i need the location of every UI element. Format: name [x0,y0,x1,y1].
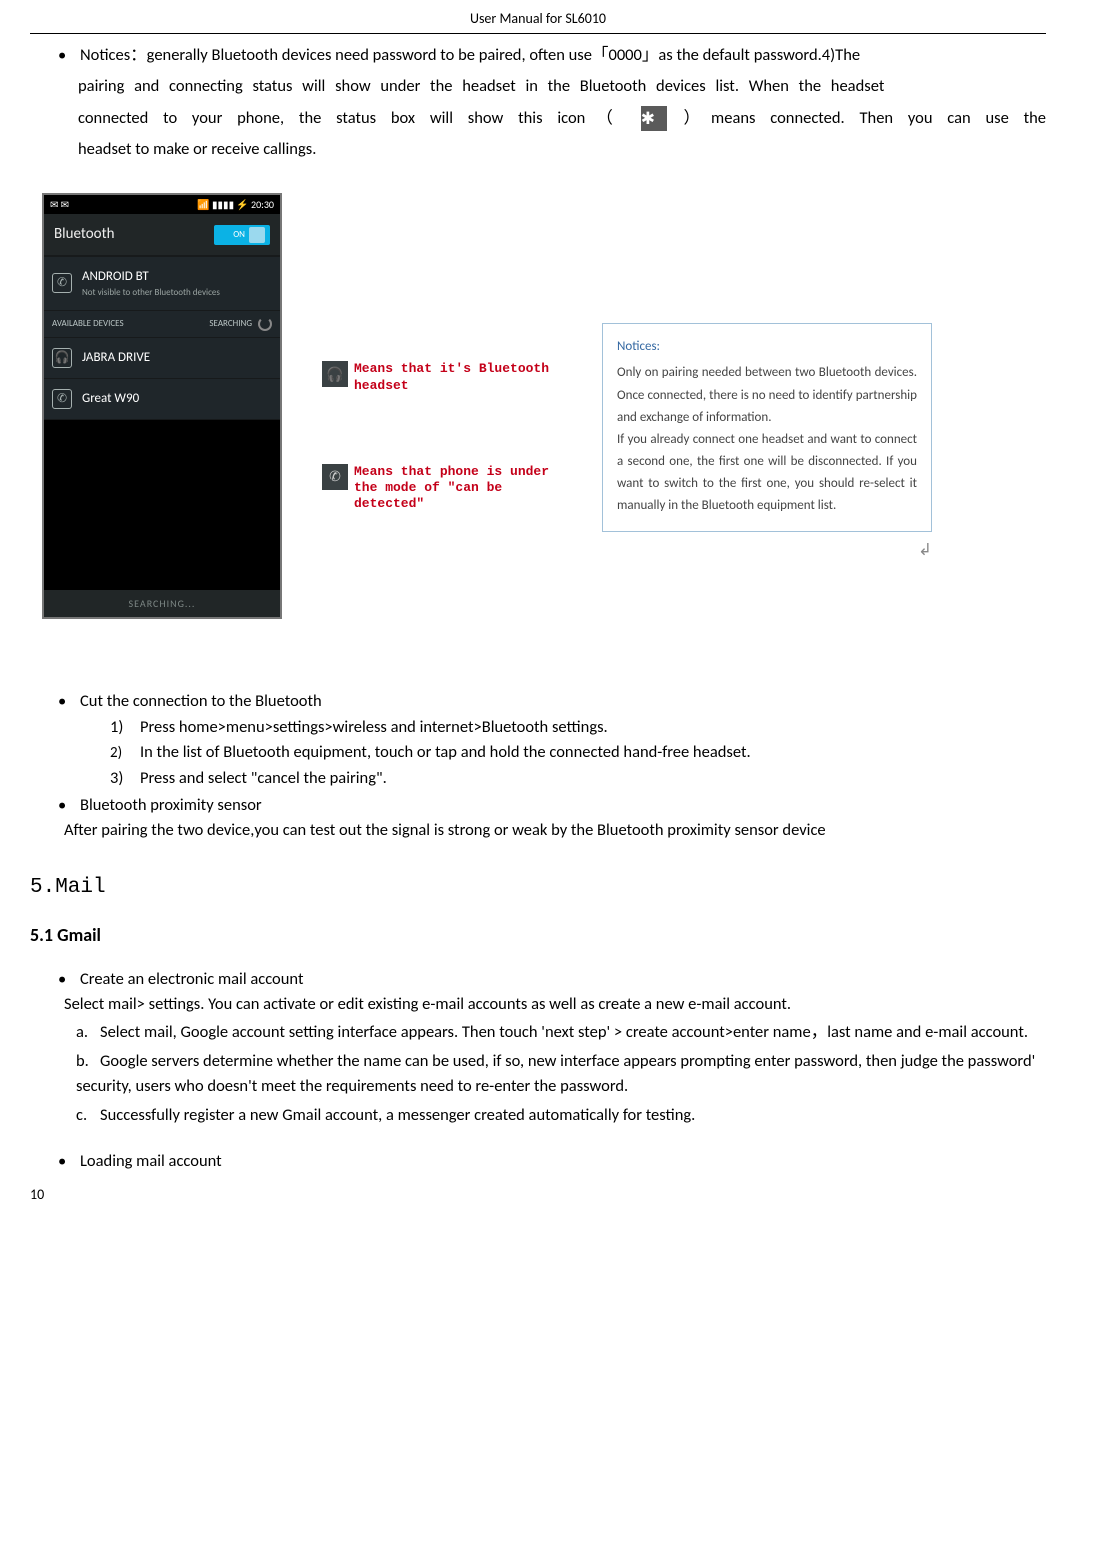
bluetooth-label: Bluetooth [54,223,114,246]
phone-icon: ✆ [52,389,72,409]
cursor-mark: ↲ [602,538,932,563]
device-row-self[interactable]: ✆ ANDROID BT Not visible to other Blueto… [44,257,280,311]
sub-step-c: c.Successfully register a new Gmail acco… [76,1103,1046,1128]
device-name: JABRA DRIVE [82,348,150,368]
device-row[interactable]: 🎧 JABRA DRIVE [44,338,280,379]
step-number: 3) [110,766,140,791]
bluetooth-header: Bluetooth ON [44,214,280,257]
section-5-heading: 5.Mail [30,872,1046,904]
proximity-text: After pairing the two device,you can tes… [64,818,1046,843]
text: connected to your phone, the status box … [78,108,624,128]
searching-footer: SEARCHING... [44,590,280,617]
sub-step-a: a.Select mail, Google account setting in… [76,1020,1046,1045]
phone-icon: ✆ [322,464,348,490]
status-left-icons: ✉ ✉ [50,197,69,212]
figures-row: ✉ ✉ 📶 ▮▮▮▮ ⚡ 20:30 Bluetooth ON ✆ ANDROI… [42,193,1046,619]
text: headset to make or receive callings. [78,134,1046,165]
toggle-knob [249,227,265,243]
toggle-label: ON [233,228,245,242]
step-list: 1)Press home>menu>settings>wireless and … [110,715,1046,791]
spinner-icon [258,317,272,331]
phone-icon: ✆ [52,273,72,293]
headset-icon: 🎧 [52,348,72,368]
headset-icon: 🎧 [322,361,348,387]
bluetooth-icon: ✱ [641,106,667,131]
annotation-column: 🎧 Means that it's Bluetooth headset ✆ Me… [322,193,552,582]
available-label: AVAILABLE DEVICES [52,317,124,331]
annotation-2: ✆ Means that phone is under the mode of … [322,464,552,513]
sub-step-text: Successfully register a new Gmail accoun… [100,1105,695,1125]
phone-status-bar: ✉ ✉ 📶 ▮▮▮▮ ⚡ 20:30 [44,195,280,214]
text: pairing and connecting status will show … [78,71,1046,102]
proximity-heading: Bluetooth proximity sensor [58,793,1046,818]
step-text: In the list of Bluetooth equipment, touc… [140,742,751,762]
sub-step-text: Google servers determine whether the nam… [76,1051,1035,1096]
empty-area [44,420,280,590]
notices-paragraph: Notices：generally Bluetooth devices need… [78,40,1046,165]
paragraph: Select mail> settings. You can activate … [64,992,1046,1017]
notices-paragraph: Only on pairing needed between two Bluet… [617,362,917,428]
sub-step-b: b.Google servers determine whether the n… [76,1049,1046,1099]
gmail-heading: 5.1 Gmail [30,922,1046,949]
create-account-bullet: Create an electronic mail account [58,967,1046,992]
device-name: Great W90 [82,389,139,409]
device-subtext: Not visible to other Bluetooth devices [82,286,220,300]
notices-title: Notices: [617,336,917,358]
text: ）means connected. Then you can use the [684,108,1047,128]
device-row[interactable]: ✆ Great W90 [44,379,280,420]
loading-account-bullet: Loading mail account [58,1149,1046,1174]
page-number: 10 [30,1184,1046,1205]
step-number: 2) [110,742,140,765]
available-devices-header: AVAILABLE DEVICES SEARCHING [44,311,280,338]
notices-paragraph: If you already connect one headset and w… [617,429,917,517]
sub-step-text: Select mail, Google account setting inte… [100,1022,1028,1042]
page-header: User Manual for SL6010 [30,8,1046,34]
annotation-text: Means that it's Bluetooth headset [354,361,552,394]
step-text: Press home>menu>settings>wireless and in… [140,717,608,737]
phone-screenshot: ✉ ✉ 📶 ▮▮▮▮ ⚡ 20:30 Bluetooth ON ✆ ANDROI… [42,193,282,619]
annotation-text: Means that phone is under the mode of "c… [354,464,552,513]
status-right-icons: 📶 ▮▮▮▮ ⚡ 20:30 [197,197,274,212]
step-text: Press and select "cancel the pairing". [140,768,387,788]
notices-box: Notices: Only on pairing needed between … [602,323,932,532]
cut-connection-heading: Cut the connection to the Bluetooth [58,689,1046,714]
device-name: ANDROID BT [82,267,220,287]
bluetooth-toggle[interactable]: ON [214,225,270,245]
step-number: 1) [110,715,140,740]
text: Notices：generally Bluetooth devices need… [80,45,860,65]
searching-label: SEARCHING [209,317,252,331]
annotation-1: 🎧 Means that it's Bluetooth headset [322,361,552,394]
